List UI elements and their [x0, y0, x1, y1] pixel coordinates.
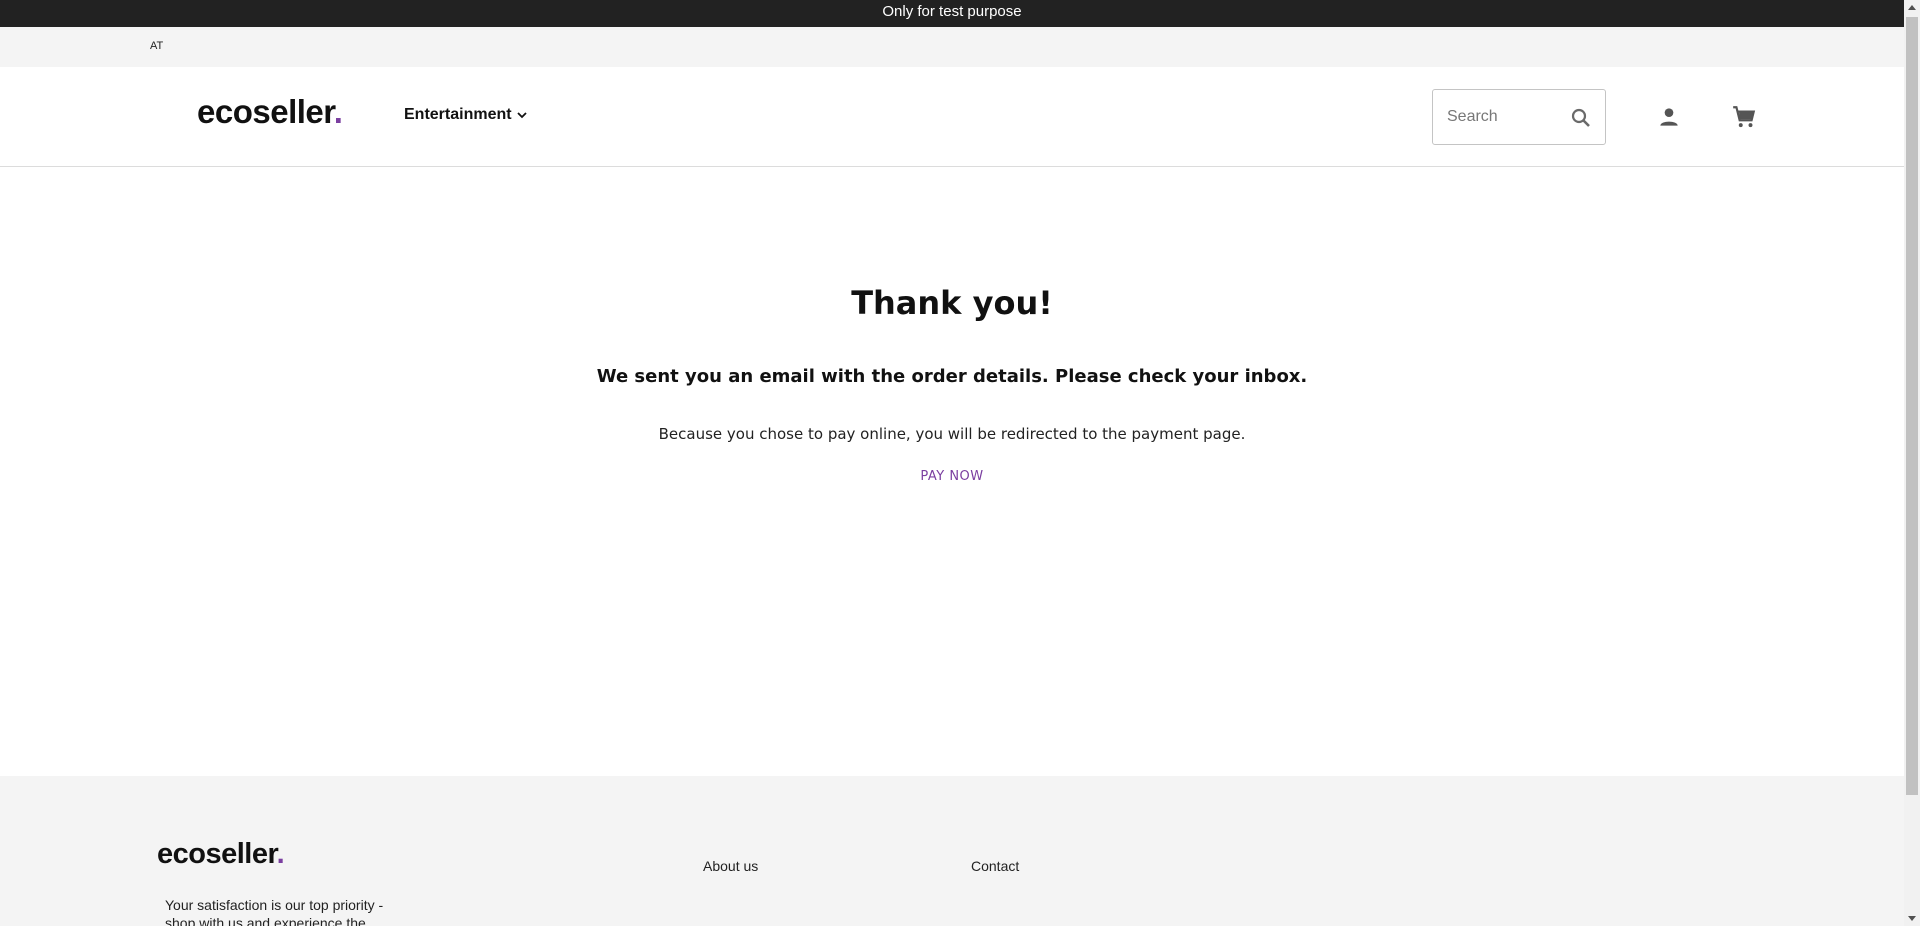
pay-now-button[interactable]: PAY NOW — [920, 469, 983, 484]
page-title: Thank you! — [851, 284, 1053, 322]
payment-redirect-message: Because you chose to pay online, you wil… — [658, 425, 1246, 443]
logo-dot: . — [333, 93, 343, 130]
announcement-text: Only for test purpose — [882, 3, 1022, 20]
country-bar: AT — [0, 27, 1904, 67]
footer-logo-dot: . — [276, 838, 285, 870]
vertical-scrollbar[interactable] — [1904, 0, 1920, 926]
site-header: ecoseller. Entertainment — [0, 67, 1904, 167]
footer-logo-text: ecoseller — [157, 838, 277, 870]
scroll-down-icon[interactable] — [1908, 916, 1916, 921]
announcement-bar: Only for test purpose — [0, 0, 1904, 27]
logo-text: ecoseller — [197, 93, 334, 130]
search-input[interactable] — [1447, 108, 1567, 126]
country-selector[interactable]: AT — [150, 40, 163, 52]
logo[interactable]: ecoseller. — [197, 93, 343, 131]
page: Only for test purpose AT ecoseller. Ente… — [0, 0, 1904, 926]
scroll-thumb[interactable] — [1906, 17, 1918, 795]
user-icon[interactable] — [1656, 104, 1682, 130]
search-icon[interactable] — [1569, 106, 1593, 130]
footer-link-about[interactable]: About us — [703, 858, 758, 874]
site-footer: ecoseller. Your satisfaction is our top … — [0, 776, 1904, 926]
footer-link-contact[interactable]: Contact — [971, 858, 1019, 874]
email-confirmation-message: We sent you an email with the order deta… — [596, 366, 1308, 387]
order-confirmation: Thank you! We sent you an email with the… — [0, 167, 1904, 776]
search-box — [1432, 89, 1606, 145]
browser-viewport: Only for test purpose AT ecoseller. Ente… — [0, 0, 1920, 926]
footer-logo[interactable]: ecoseller. — [157, 838, 285, 871]
cart-icon[interactable] — [1731, 104, 1757, 130]
nav-item-entertainment[interactable]: Entertainment — [404, 106, 528, 124]
footer-tagline: Your satisfaction is our top priority - … — [165, 897, 384, 926]
nav-item-label: Entertainment — [404, 106, 512, 123]
chevron-down-icon — [516, 109, 528, 121]
scroll-up-icon[interactable] — [1908, 5, 1916, 10]
